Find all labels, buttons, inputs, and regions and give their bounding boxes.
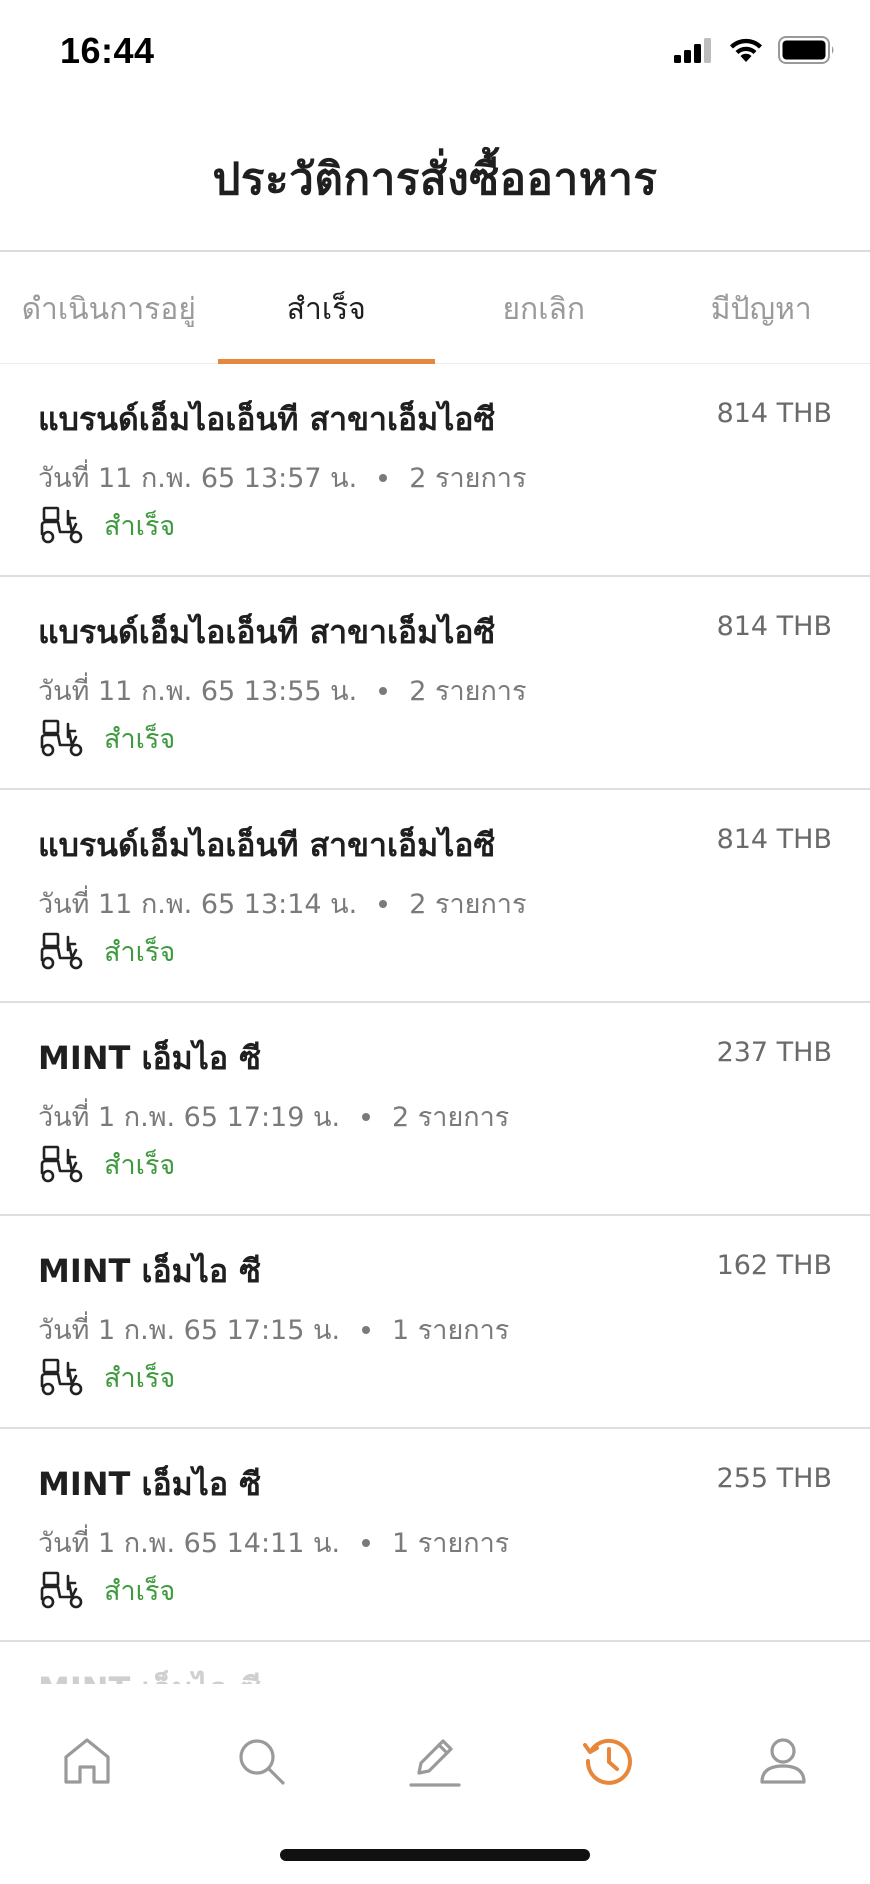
order-meta: วันที่ 11 ก.พ. 65 13:14 น. 2 รายการ [38,882,526,925]
order-item-count: 2 รายการ [409,463,527,494]
tab-problem[interactable]: มีปัญหา [653,254,870,364]
order-status: สำเร็จ [38,717,175,760]
order-item[interactable]: แบรนด์เอ็มไอเอ็นที สาขาเอ็มไอซี 814 THB … [0,790,870,1003]
wifi-icon [730,38,762,62]
order-status: สำเร็จ [38,1356,175,1399]
order-item-count: 1 รายการ [392,1528,510,1559]
battery-icon [778,36,834,64]
delivery-scooter-icon [40,1571,83,1608]
order-status: สำเร็จ [38,1569,175,1612]
separator-dot [379,473,388,482]
nav-home[interactable] [52,1726,122,1796]
order-restaurant-name: MINT เอ็มไอ ซี [38,1664,261,1684]
page-title: ประวัติการสั่งซื้ออาหาร [212,154,658,205]
order-item-count: 2 รายการ [409,889,527,920]
separator-dot [362,1325,371,1334]
order-item[interactable]: MINT เอ็มไอ ซี 237 THB วันที่ 1 ก.พ. 65 … [0,1003,870,1216]
order-restaurant-name: MINT เอ็มไอ ซี [38,1465,261,1503]
status-icons [674,36,836,64]
delivery-scooter-icon [40,1145,83,1182]
profile-icon [760,1738,806,1784]
order-date: วันที่ 1 ก.พ. 65 17:15 น. [38,1315,341,1346]
order-restaurant-name: แบรนด์เอ็มไอเอ็นที สาขาเอ็มไอซี [38,613,496,651]
order-price: 255 THB [716,1463,832,1494]
nav-search[interactable] [226,1726,296,1796]
order-status-label: สำเร็จ [104,1363,176,1394]
delivery-scooter-icon [40,1358,83,1395]
nav-profile[interactable] [748,1726,818,1796]
order-meta: วันที่ 1 ก.พ. 65 14:11 น. 1 รายการ [38,1521,509,1564]
separator-dot [362,1538,371,1547]
order-date: วันที่ 11 ก.พ. 65 13:14 น. [38,889,358,920]
order-status: สำเร็จ [38,930,175,973]
order-status-label: สำเร็จ [104,1150,176,1181]
order-status-label: สำเร็จ [104,511,176,542]
nav-history[interactable] [574,1726,644,1796]
home-icon [64,1738,110,1784]
order-item-count: 2 รายการ [392,1102,510,1133]
tab-in-progress[interactable]: ดำเนินการอยู่ [0,254,218,364]
order-status: สำเร็จ [38,1143,175,1186]
order-restaurant-name: แบรนด์เอ็มไอเอ็นที สาขาเอ็มไอซี [38,826,496,864]
order-meta: วันที่ 11 ก.พ. 65 13:57 น. 2 รายการ [38,456,526,499]
nav-edit[interactable] [400,1726,470,1796]
status-bar: 16:44 [0,0,870,108]
separator-dot [379,686,388,695]
tab-cancelled[interactable]: ยกเลิก [435,254,653,364]
order-status-label: สำเร็จ [104,1576,176,1607]
order-status-label: สำเร็จ [104,937,176,968]
order-list: แบรนด์เอ็มไอเอ็นที สาขาเอ็มไอซี 814 THB … [0,364,870,1684]
order-item-partial[interactable]: MINT เอ็มไอ ซี [0,1642,870,1684]
edit-icon [409,1739,461,1787]
order-price: 162 THB [716,1250,832,1281]
home-indicator [280,1849,590,1861]
order-item[interactable]: แบรนด์เอ็มไอเอ็นที สาขาเอ็มไอซี 814 THB … [0,364,870,577]
order-price: 814 THB [716,398,832,429]
status-time: 16:44 [60,30,155,71]
order-status: สำเร็จ [38,504,175,547]
header: ประวัติการสั่งซื้ออาหาร [0,108,870,252]
order-price: 814 THB [716,824,832,855]
order-item[interactable]: MINT เอ็มไอ ซี 162 THB วันที่ 1 ก.พ. 65 … [0,1216,870,1429]
order-date: วันที่ 1 ก.พ. 65 14:11 น. [38,1528,341,1559]
order-restaurant-name: MINT เอ็มไอ ซี [38,1252,261,1290]
separator-dot [379,899,388,908]
order-status-tabs: ดำเนินการอยู่ สำเร็จ ยกเลิก มีปัญหา [0,254,870,364]
order-status-label: สำเร็จ [104,724,176,755]
order-item[interactable]: แบรนด์เอ็มไอเอ็นที สาขาเอ็มไอซี 814 THB … [0,577,870,790]
separator-dot [362,1112,371,1121]
delivery-scooter-icon [40,932,83,969]
search-icon [239,1739,285,1785]
order-date: วันที่ 11 ก.พ. 65 13:57 น. [38,463,358,494]
order-restaurant-name: แบรนด์เอ็มไอเอ็นที สาขาเอ็มไอซี [38,400,496,438]
delivery-scooter-icon [40,506,83,543]
tab-completed[interactable]: สำเร็จ [217,254,436,364]
signal-icon [674,38,711,63]
order-meta: วันที่ 1 ก.พ. 65 17:19 น. 2 รายการ [38,1095,509,1138]
order-item-count: 2 รายการ [409,676,527,707]
history-icon [583,1738,632,1785]
order-meta: วันที่ 1 ก.พ. 65 17:15 น. 1 รายการ [38,1308,509,1351]
order-item[interactable]: MINT เอ็มไอ ซี 255 THB วันที่ 1 ก.พ. 65 … [0,1429,870,1642]
order-price: 237 THB [716,1037,832,1068]
order-item-count: 1 รายการ [392,1315,510,1346]
order-restaurant-name: MINT เอ็มไอ ซี [38,1039,261,1077]
order-date: วันที่ 1 ก.พ. 65 17:19 น. [38,1102,341,1133]
order-meta: วันที่ 11 ก.พ. 65 13:55 น. 2 รายการ [38,669,526,712]
order-date: วันที่ 11 ก.พ. 65 13:55 น. [38,676,358,707]
delivery-scooter-icon [40,719,83,756]
order-price: 814 THB [716,611,832,642]
